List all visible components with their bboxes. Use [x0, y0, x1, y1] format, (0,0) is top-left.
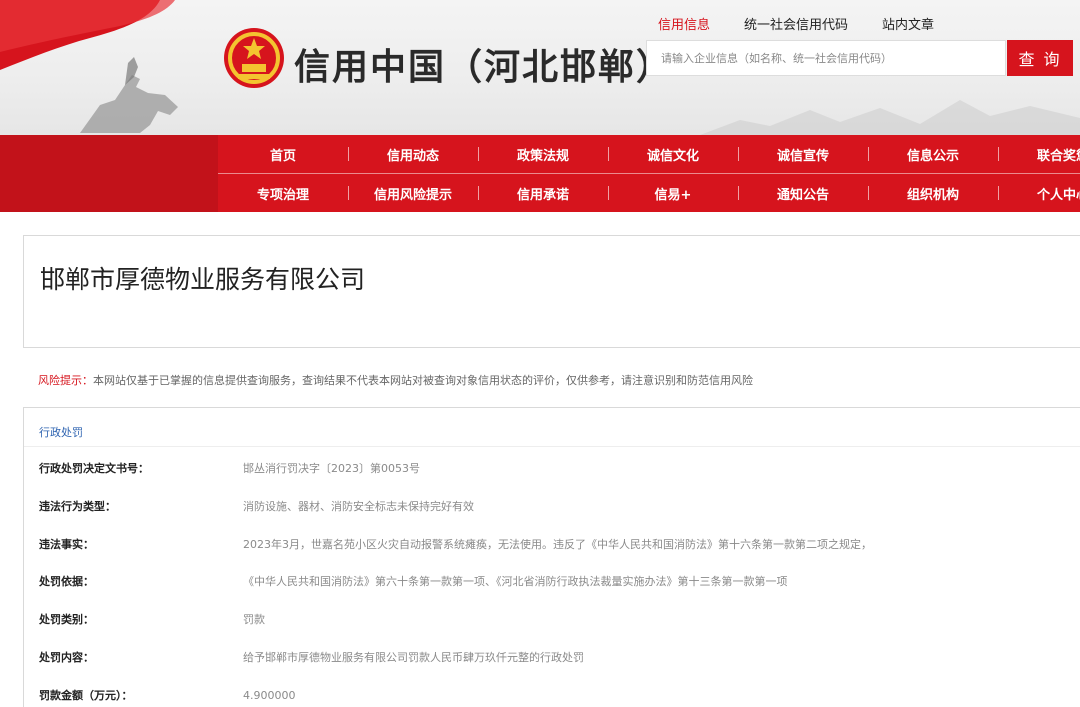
field-value: 给予邯郸市厚德物业服务有限公司罚款人民币肆万玖仟元整的行政处罚	[243, 651, 584, 664]
nav-row-secondary: 专项治理 信用风险提示 信用承诺 信易+ 通知公告 组织机构 个人中心	[218, 174, 1080, 212]
nav-item-credit-news[interactable]: 信用动态	[348, 145, 478, 164]
field-label: 罚款金额（万元）：	[39, 689, 133, 702]
top-link-credit-info[interactable]: 信用信息	[658, 14, 710, 33]
field-value: 邯丛消行罚决字〔2023〕第0053号	[243, 462, 420, 475]
detail-row-penalty-content: 处罚内容： 给予邯郸市厚德物业服务有限公司罚款人民币肆万玖仟元整的行政处罚	[39, 647, 584, 667]
company-name: 邯郸市厚德物业服务有限公司	[40, 265, 366, 294]
top-link-credit-code[interactable]: 统一社会信用代码	[744, 14, 848, 33]
field-label: 处罚类别：	[39, 613, 94, 626]
nav-item-info-disclosure[interactable]: 信息公示	[868, 145, 998, 164]
nav-item-organization[interactable]: 组织机构	[868, 184, 998, 203]
risk-tip: 风险提示：本网站仅基于已掌握的信息提供查询服务，查询结果不代表本网站对被查询对象…	[38, 372, 753, 388]
penalty-detail-panel: 行政处罚 行政处罚决定文书号： 邯丛消行罚决字〔2023〕第0053号 违法行为…	[23, 407, 1080, 707]
section-divider	[24, 446, 1080, 447]
detail-row-document-number: 行政处罚决定文书号： 邯丛消行罚决字〔2023〕第0053号	[39, 458, 420, 478]
detail-row-penalty-basis: 处罚依据： 《中华人民共和国消防法》第六十条第一款第一项、《河北省消防行政执法裁…	[39, 571, 788, 591]
field-label: 违法行为类型：	[39, 500, 116, 513]
nav-item-risk-alerts[interactable]: 信用风险提示	[348, 184, 478, 203]
detail-row-penalty-category: 处罚类别： 罚款	[39, 609, 265, 629]
field-value: 消防设施、器材、消防安全标志未保持完好有效	[243, 500, 474, 513]
field-value: 罚款	[243, 613, 265, 626]
detail-row-fine-amount: 罚款金额（万元）： 4.900000	[39, 685, 296, 705]
landscape-silhouette	[700, 100, 1080, 135]
nav-item-integrity-culture[interactable]: 诚信文化	[608, 145, 738, 164]
nav-left-decoration	[0, 135, 218, 212]
search-input[interactable]: 请输入企业信息（如名称、统一社会信用代码）	[646, 40, 1006, 76]
nav-item-rewards-penalties[interactable]: 联合奖惩	[998, 145, 1080, 164]
nav-item-credit-commitment[interactable]: 信用承诺	[478, 184, 608, 203]
risk-tip-label: 风险提示：	[38, 374, 93, 387]
top-link-articles[interactable]: 站内文章	[882, 14, 934, 33]
nav-item-notices[interactable]: 通知公告	[738, 184, 868, 203]
detail-row-violation-facts: 违法事实： 2023年3月，世嘉名苑小区火灾自动报警系统瘫痪，无法使用。违反了《…	[39, 534, 872, 554]
field-label: 行政处罚决定文书号：	[39, 462, 149, 475]
company-card: 邯郸市厚德物业服务有限公司	[23, 235, 1080, 348]
nav-item-special-governance[interactable]: 专项治理	[218, 184, 348, 203]
nav-item-home[interactable]: 首页	[218, 145, 348, 164]
detail-row-violation-type: 违法行为类型： 消防设施、器材、消防安全标志未保持完好有效	[39, 496, 474, 516]
field-value: 《中华人民共和国消防法》第六十条第一款第一项、《河北省消防行政执法裁量实施办法》…	[243, 575, 788, 588]
nav-item-xinyi-plus[interactable]: 信易+	[608, 184, 738, 203]
field-label: 违法事实：	[39, 538, 94, 551]
field-label: 处罚内容：	[39, 651, 94, 664]
nav-item-personal-center[interactable]: 个人中心	[998, 184, 1080, 203]
field-value: 2023年3月，世嘉名苑小区火灾自动报警系统瘫痪，无法使用。违反了《中华人民共和…	[243, 538, 872, 551]
nav-item-integrity-promo[interactable]: 诚信宣传	[738, 145, 868, 164]
penalty-section-title: 行政处罚	[39, 426, 83, 439]
nav-item-policies[interactable]: 政策法规	[478, 145, 608, 164]
national-emblem-icon	[224, 28, 284, 88]
risk-tip-text: 本网站仅基于已掌握的信息提供查询服务，查询结果不代表本网站对被查询对象信用状态的…	[93, 374, 753, 387]
site-header: 信用中国（河北邯郸） 信用信息 统一社会信用代码 站内文章 请输入企业信息（如名…	[0, 0, 1080, 135]
search-button[interactable]: 查 询	[1007, 40, 1073, 76]
field-label: 处罚依据：	[39, 575, 94, 588]
top-links: 信用信息 统一社会信用代码 站内文章	[658, 14, 934, 33]
site-title: 信用中国（河北邯郸）	[294, 46, 675, 88]
horse-statue-illustration	[80, 57, 178, 133]
nav-row-primary: 首页 信用动态 政策法规 诚信文化 诚信宣传 信息公示 联合奖惩	[218, 135, 1080, 173]
field-value: 4.900000	[243, 688, 296, 702]
